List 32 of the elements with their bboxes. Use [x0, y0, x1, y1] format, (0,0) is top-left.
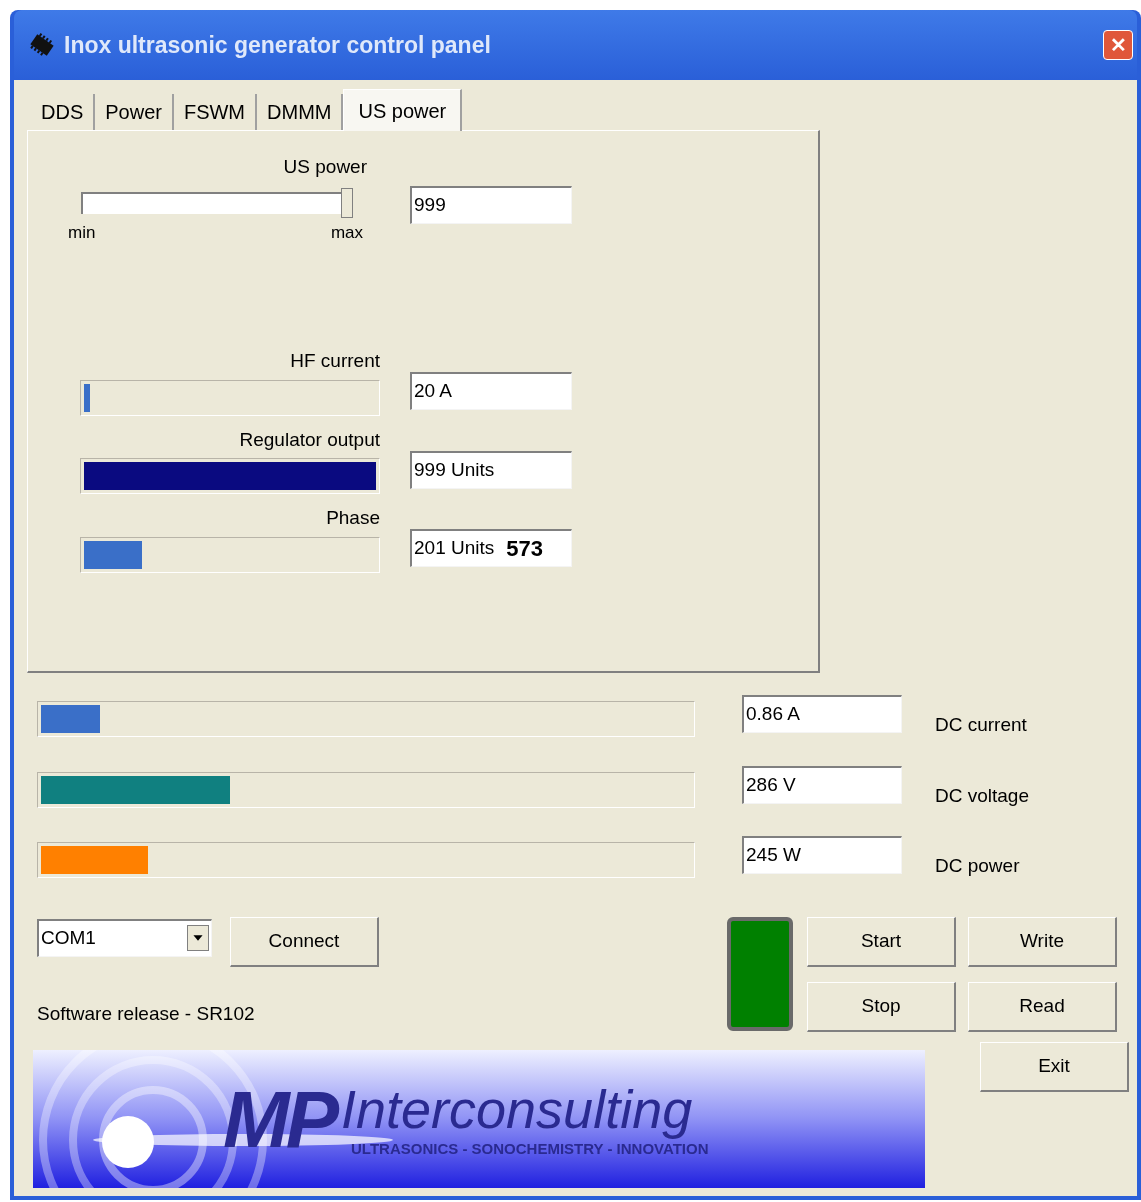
- write-button[interactable]: Write: [968, 916, 1117, 967]
- meter-label: DC voltage: [935, 783, 1029, 808]
- software-release: Software release - SR102: [37, 1001, 256, 1026]
- value-field: 0.86 A: [742, 695, 902, 733]
- value-field: 286 V: [742, 765, 902, 804]
- logo-tagline: ULTRASONICS - SONOCHEMISTRY - INNOVATION: [351, 1139, 709, 1159]
- max-label: max: [330, 221, 363, 244]
- meter-value: 999 Units: [414, 457, 495, 482]
- close-button[interactable]: ✕: [1103, 30, 1133, 60]
- window-title: Inox ultrasonic generator control panel: [64, 30, 492, 60]
- meter-value: 20 A: [414, 379, 453, 404]
- read-button[interactable]: Read: [968, 981, 1117, 1032]
- exit-button[interactable]: Exit: [980, 1041, 1129, 1092]
- meter-value: 201 Units: [414, 536, 495, 561]
- meter-label: Phase: [326, 506, 380, 530]
- stop-button[interactable]: Stop: [807, 981, 956, 1032]
- meter-label: Regulator output: [239, 427, 380, 452]
- min-label: min: [68, 221, 96, 244]
- start-button[interactable]: Start: [807, 916, 956, 967]
- meter-label: DC current: [935, 713, 1027, 737]
- slider-thumb[interactable]: [341, 187, 353, 218]
- meter-label: HF current: [290, 349, 380, 373]
- connect-button[interactable]: Connect: [230, 916, 379, 967]
- power-field[interactable]: 999: [410, 186, 572, 224]
- value-field: 245 W: [742, 836, 902, 874]
- logo-name: Interconsulting: [341, 1079, 694, 1138]
- port-dropdown[interactable]: COM1: [37, 918, 212, 957]
- logo-mark: MP: [223, 1080, 335, 1160]
- phase-reading: 573: [506, 535, 543, 563]
- slider-label: US power: [283, 155, 367, 179]
- tab[interactable]: US power: [343, 89, 463, 131]
- meter-label: DC power: [935, 854, 1020, 878]
